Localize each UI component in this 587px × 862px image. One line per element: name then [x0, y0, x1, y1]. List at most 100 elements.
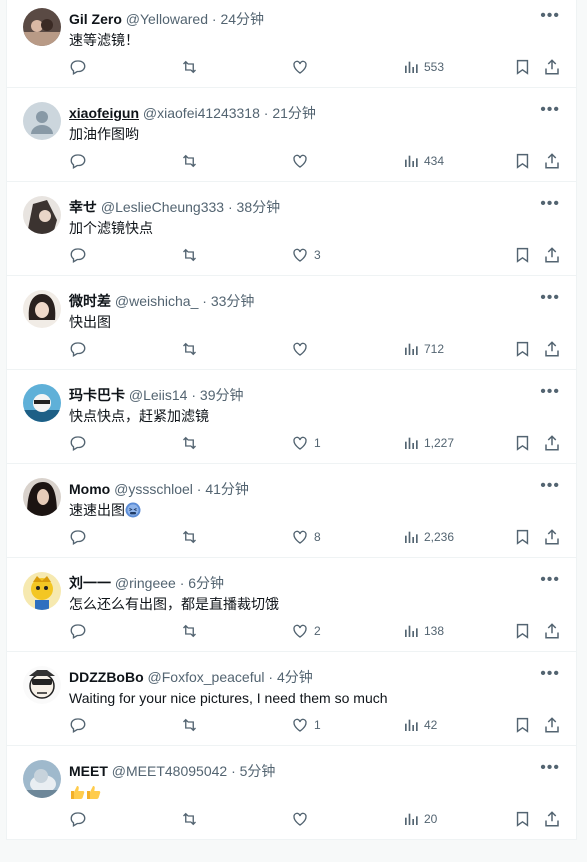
avatar[interactable] — [23, 8, 61, 46]
more-icon[interactable]: ••• — [540, 384, 560, 400]
retweet-button[interactable] — [180, 715, 199, 735]
views-button[interactable]: 2,236 — [403, 527, 454, 547]
user-name[interactable]: 微时差 — [69, 293, 111, 309]
like-button[interactable]: 1 — [291, 433, 321, 453]
more-icon[interactable]: ••• — [540, 666, 560, 682]
timestamp[interactable]: 4分钟 — [277, 669, 313, 685]
user-name[interactable]: DDZZBoBo — [69, 669, 144, 685]
retweet-button[interactable] — [180, 339, 199, 359]
reply-button[interactable] — [69, 621, 87, 641]
more-icon[interactable]: ••• — [540, 102, 560, 118]
user-handle[interactable]: @weishicha_ — [115, 293, 198, 309]
user-handle[interactable]: @Foxfox_peaceful — [148, 669, 265, 685]
views-button[interactable]: 42 — [403, 715, 437, 735]
user-handle[interactable]: @Leiis14 — [129, 387, 188, 403]
user-name[interactable]: 幸せ — [69, 199, 97, 215]
avatar[interactable] — [23, 290, 61, 328]
more-icon[interactable]: ••• — [540, 572, 560, 588]
views-button[interactable]: 138 — [403, 621, 444, 641]
user-name[interactable]: Momo — [69, 481, 110, 497]
share-button[interactable] — [543, 715, 561, 735]
avatar[interactable] — [23, 384, 61, 422]
retweet-button[interactable] — [180, 151, 199, 171]
user-name[interactable]: xiaofeigun — [69, 105, 139, 121]
more-icon[interactable]: ••• — [540, 478, 560, 494]
user-name[interactable]: 刘一一 — [69, 575, 111, 591]
share-button[interactable] — [543, 527, 561, 547]
user-handle[interactable]: @yssschloel — [114, 481, 193, 497]
share-button[interactable] — [543, 151, 561, 171]
share-button[interactable] — [543, 245, 561, 265]
bookmark-button[interactable] — [514, 715, 531, 735]
like-button[interactable] — [291, 809, 314, 829]
tweet[interactable]: MEET @MEET48095042 · 5分钟 ••• 20 — [7, 746, 576, 840]
bookmark-button[interactable] — [514, 57, 531, 77]
tweet[interactable]: xiaofeigun @xiaofei41243318 · 21分钟 ••• 加… — [7, 88, 576, 182]
timestamp[interactable]: 5分钟 — [240, 763, 276, 779]
share-button[interactable] — [543, 339, 561, 359]
views-button[interactable]: 20 — [403, 809, 437, 829]
retweet-button[interactable] — [180, 245, 199, 265]
reply-button[interactable] — [69, 715, 87, 735]
like-button[interactable]: 8 — [291, 527, 321, 547]
like-button[interactable] — [291, 339, 314, 359]
like-button[interactable]: 3 — [291, 245, 321, 265]
timestamp[interactable]: 24分钟 — [220, 11, 264, 27]
tweet[interactable]: DDZZBoBo @Foxfox_peaceful · 4分钟 ••• Wait… — [7, 652, 576, 746]
avatar[interactable] — [23, 102, 61, 140]
bookmark-button[interactable] — [514, 809, 531, 829]
more-icon[interactable]: ••• — [540, 760, 560, 776]
timestamp[interactable]: 21分钟 — [272, 105, 316, 121]
like-button[interactable]: 2 — [291, 621, 321, 641]
reply-button[interactable] — [69, 433, 87, 453]
user-handle[interactable]: @Yellowared — [126, 11, 208, 27]
share-button[interactable] — [543, 433, 561, 453]
more-icon[interactable]: ••• — [540, 196, 560, 212]
bookmark-button[interactable] — [514, 245, 531, 265]
tweet[interactable]: Gil Zero @Yellowared · 24分钟 ••• 速等滤镜！ 55… — [7, 0, 576, 88]
bookmark-button[interactable] — [514, 151, 531, 171]
views-button[interactable]: 553 — [403, 57, 444, 77]
more-icon[interactable]: ••• — [540, 290, 560, 306]
tweet[interactable]: 幸せ @LeslieCheung333 · 38分钟 ••• 加个滤镜快点 3 — [7, 182, 576, 276]
share-button[interactable] — [543, 57, 561, 77]
timestamp[interactable]: 6分钟 — [188, 575, 224, 591]
user-name[interactable]: MEET — [69, 763, 108, 779]
more-icon[interactable]: ••• — [540, 8, 560, 24]
user-handle[interactable]: @ringeee — [115, 575, 176, 591]
bookmark-button[interactable] — [514, 433, 531, 453]
tweet[interactable]: 玛卡巴卡 @Leiis14 · 39分钟 ••• 快点快点，赶紧加滤镜 1 1,… — [7, 370, 576, 464]
like-button[interactable]: 1 — [291, 715, 321, 735]
user-name[interactable]: 玛卡巴卡 — [69, 387, 125, 403]
user-handle[interactable]: @MEET48095042 — [112, 763, 227, 779]
avatar[interactable] — [23, 760, 61, 798]
timestamp[interactable]: 38分钟 — [237, 199, 281, 215]
bookmark-button[interactable] — [514, 527, 531, 547]
tweet[interactable]: 微时差 @weishicha_ · 33分钟 ••• 快出图 712 — [7, 276, 576, 370]
reply-button[interactable] — [69, 809, 87, 829]
retweet-button[interactable] — [180, 527, 199, 547]
bookmark-button[interactable] — [514, 621, 531, 641]
user-handle[interactable]: @LeslieCheung333 — [101, 199, 224, 215]
retweet-button[interactable] — [180, 57, 199, 77]
timestamp[interactable]: 39分钟 — [200, 387, 244, 403]
views-button[interactable]: 434 — [403, 151, 444, 171]
bookmark-button[interactable] — [514, 339, 531, 359]
timestamp[interactable]: 33分钟 — [211, 293, 255, 309]
tweet[interactable]: 刘一一 @ringeee · 6分钟 ••• 怎么还么有出图，都是直播裁切饿 2… — [7, 558, 576, 652]
retweet-button[interactable] — [180, 621, 199, 641]
views-button[interactable]: 712 — [403, 339, 444, 359]
avatar[interactable] — [23, 666, 61, 704]
user-handle[interactable]: @xiaofei41243318 — [143, 105, 260, 121]
reply-button[interactable] — [69, 245, 87, 265]
share-button[interactable] — [543, 809, 561, 829]
reply-button[interactable] — [69, 527, 87, 547]
avatar[interactable] — [23, 196, 61, 234]
reply-button[interactable] — [69, 339, 87, 359]
like-button[interactable] — [291, 151, 314, 171]
reply-button[interactable] — [69, 57, 87, 77]
retweet-button[interactable] — [180, 433, 199, 453]
avatar[interactable] — [23, 572, 61, 610]
share-button[interactable] — [543, 621, 561, 641]
retweet-button[interactable] — [180, 809, 199, 829]
